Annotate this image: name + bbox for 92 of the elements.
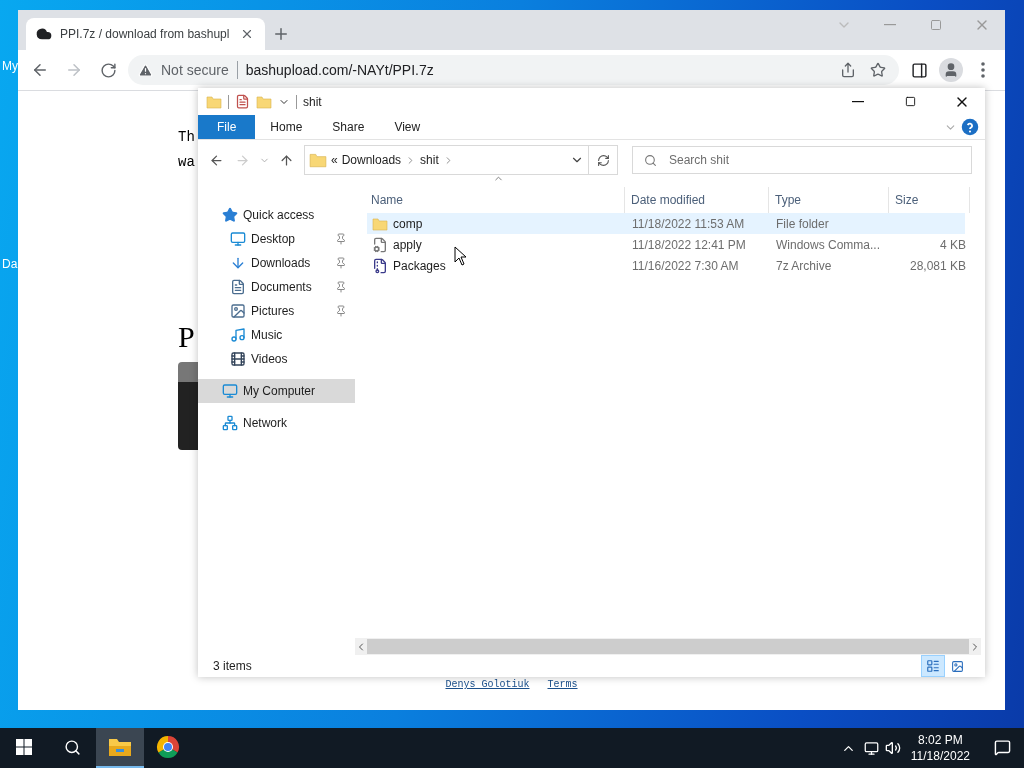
mouse-cursor <box>454 246 468 266</box>
search-icon <box>63 738 81 756</box>
type-cell-text: 7z Archive <box>775 258 833 273</box>
breadcrumb-item[interactable]: « <box>331 153 338 167</box>
file-name: Packages <box>393 258 446 273</box>
download-arrow-icon <box>230 255 246 271</box>
page-text: wa <box>178 153 195 172</box>
archive-file-icon <box>372 257 388 274</box>
star-icon <box>222 207 238 223</box>
minimize-icon <box>852 100 864 103</box>
size-cell-text: 28,081 KB <box>908 258 967 273</box>
file-name: comp <box>393 216 423 231</box>
ribbon-tab[interactable]: File <box>198 115 256 139</box>
date-cell-text: 11/18/2022 12:41 PM <box>631 237 747 252</box>
new-folder-icon <box>256 93 272 110</box>
file-row[interactable]: comp 11/18/2022 11:53 AM File folder <box>367 213 965 234</box>
nav-item[interactable]: Network <box>198 411 355 435</box>
music-note-icon <box>230 327 246 343</box>
refresh-icon <box>596 153 610 167</box>
network-icon[interactable] <box>863 740 879 756</box>
ribbon-tab[interactable]: Home <box>255 115 318 139</box>
nav-item[interactable]: My Computer <box>198 379 355 403</box>
plus-icon <box>272 25 290 43</box>
minimize-icon <box>884 24 896 26</box>
file-row[interactable]: apply 11/18/2022 12:41 PM Windows Comma... 4 KB <box>367 234 965 255</box>
menu-icon <box>981 62 985 78</box>
desktop-icon <box>230 231 246 247</box>
clock[interactable]: 8:02 PM 11/18/2022 <box>900 732 980 764</box>
chrome-logo <box>156 735 180 759</box>
star-icon <box>870 62 886 78</box>
footer-link[interactable]: Terms <box>547 679 578 690</box>
folder-icon <box>206 93 222 110</box>
details-view-button[interactable] <box>921 655 945 677</box>
file-row[interactable]: Packages 11/16/2022 7:30 AM 7z Archive 28,081 KB <box>367 255 965 276</box>
nav-item[interactable]: Documents <box>198 275 355 299</box>
address-bar[interactable]: « Downloads shit <box>304 145 618 175</box>
close-icon <box>240 27 254 41</box>
nav-item[interactable]: Music <box>198 323 355 347</box>
nav-item[interactable]: Downloads <box>198 251 355 275</box>
windows-logo <box>16 739 32 755</box>
address-bar[interactable]: Not secure bashupload.com/-NAYt/PPI.7z <box>128 55 899 85</box>
maximize-icon <box>904 96 916 107</box>
volume-icon[interactable] <box>884 740 901 756</box>
network-icon <box>222 415 238 431</box>
forward-arrow-icon <box>65 61 83 79</box>
monitor-icon <box>222 383 238 399</box>
image-icon <box>230 303 246 319</box>
share-icon <box>840 62 856 78</box>
date-cell-text: 11/16/2022 7:30 AM <box>631 258 740 273</box>
image-icon <box>950 659 964 673</box>
reload-icon <box>99 61 117 79</box>
cloud-upload-icon <box>36 26 52 42</box>
film-icon <box>230 351 246 367</box>
item-count: 3 items <box>213 659 252 673</box>
breadcrumb-item[interactable]: Downloads <box>341 153 402 167</box>
folder-icon <box>309 151 327 169</box>
sort-caret-icon <box>493 174 504 182</box>
type-cell-text: Windows Comma... <box>775 237 882 252</box>
nav-item[interactable]: Pictures <box>198 299 355 323</box>
horizontal-scrollbar[interactable] <box>355 638 981 655</box>
page-heading: P <box>178 320 195 354</box>
search-icon <box>644 154 657 167</box>
message-icon <box>993 738 1011 756</box>
folder-icon <box>372 215 388 232</box>
ribbon-tab[interactable]: Share <box>317 115 380 139</box>
date-cell-text: 11/18/2022 11:53 AM <box>631 216 746 231</box>
help-icon[interactable] <box>961 118 979 136</box>
nav-item[interactable]: Videos <box>198 347 355 371</box>
nav-item[interactable]: Quick access <box>198 203 355 227</box>
profile-avatar[interactable] <box>939 58 963 82</box>
size-cell-text: 4 KB <box>939 237 967 252</box>
file-name: apply <box>393 237 422 252</box>
folder-icon <box>108 737 132 757</box>
maximize-icon <box>930 19 942 31</box>
breadcrumb-item[interactable]: shit <box>420 153 439 167</box>
footer-link[interactable]: Denys Golotiuk <box>445 679 530 690</box>
list-icon <box>926 659 940 673</box>
warning-icon <box>138 62 153 78</box>
search-field[interactable]: Search shit <box>632 146 972 174</box>
nav-item[interactable]: Desktop <box>198 227 355 251</box>
browser-tab[interactable]: PPI.7z / download from bashupl <box>26 18 265 50</box>
forward-arrow-icon <box>234 152 250 168</box>
type-cell-text: File folder <box>775 216 830 231</box>
taskbar-app[interactable] <box>96 728 144 768</box>
document-icon <box>230 279 246 295</box>
properties-icon[interactable] <box>235 94 250 109</box>
side-panel-icon <box>910 61 928 79</box>
scrollbar-thumb[interactable] <box>367 639 969 654</box>
ribbon-tab[interactable]: View <box>379 115 436 139</box>
gear-file-icon <box>372 236 388 253</box>
window-title: shit <box>303 94 322 109</box>
page-text: Th <box>178 128 195 147</box>
